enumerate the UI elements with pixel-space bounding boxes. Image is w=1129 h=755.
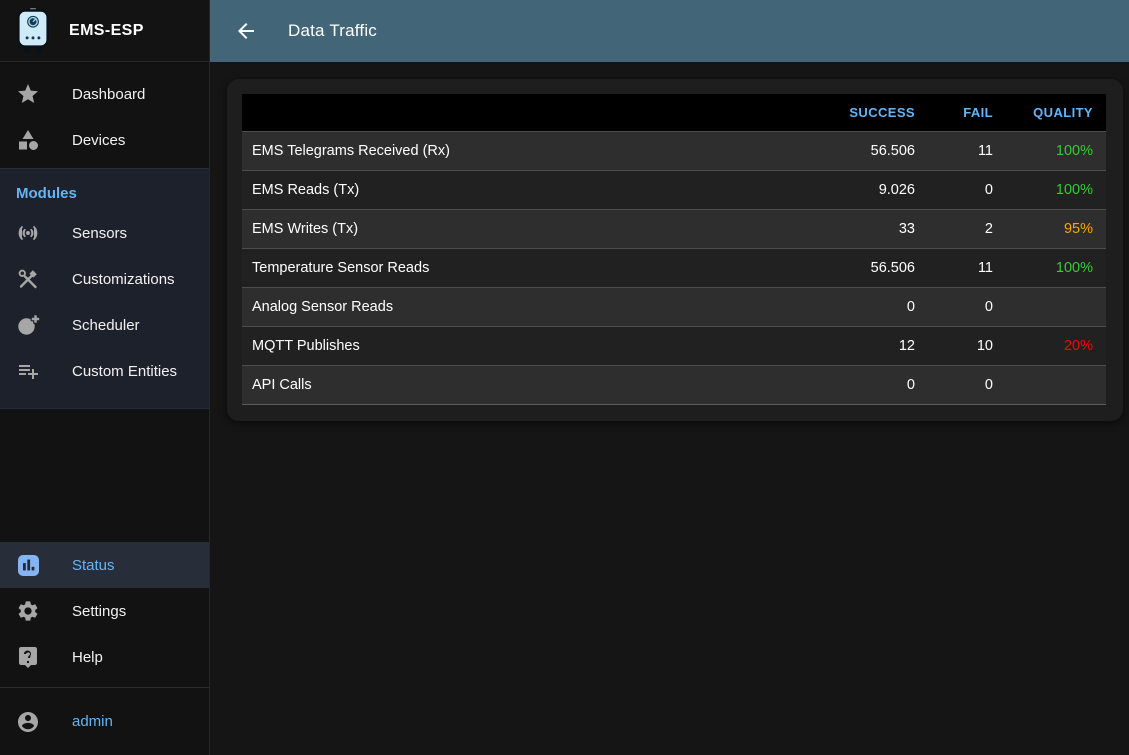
cell-success: 0 [818, 365, 928, 404]
cell-quality: 100% [1006, 170, 1106, 209]
arrow-back-icon [234, 19, 258, 43]
cell-quality: 100% [1006, 248, 1106, 287]
cell-label: EMS Writes (Tx) [242, 209, 818, 248]
table-row: MQTT Publishes 12 10 20% [242, 326, 1106, 365]
app-title: EMS-ESP [69, 22, 144, 40]
sidebar-item-scheduler[interactable]: Scheduler [0, 302, 209, 348]
sidebar-item-label: Devices [72, 132, 125, 149]
category-icon [16, 128, 40, 152]
data-traffic-card: SUCCESS FAIL QUALITY EMS Telegrams Recei… [227, 79, 1123, 421]
sidebar-item-settings[interactable]: Settings [0, 588, 209, 634]
cell-label: API Calls [242, 365, 818, 404]
col-header-quality: QUALITY [1006, 94, 1106, 131]
table-row: EMS Writes (Tx) 33 2 95% [242, 209, 1106, 248]
cell-quality [1006, 287, 1106, 326]
back-button[interactable] [234, 19, 258, 43]
account-circle-icon [16, 710, 40, 734]
sidebar-item-customizations[interactable]: Customizations [0, 256, 209, 302]
cell-success: 56.506 [818, 248, 928, 287]
data-traffic-table: SUCCESS FAIL QUALITY EMS Telegrams Recei… [242, 94, 1106, 405]
table-row: EMS Telegrams Received (Rx) 56.506 11 10… [242, 131, 1106, 170]
cell-fail: 11 [928, 131, 1006, 170]
star-icon [16, 82, 40, 106]
appbar: Data Traffic [210, 0, 1129, 62]
sidebar-item-help[interactable]: Help [0, 634, 209, 680]
cell-quality: 100% [1006, 131, 1106, 170]
sidebar-item-label: Scheduler [72, 317, 140, 334]
sidebar-item-custom-entities[interactable]: Custom Entities [0, 348, 209, 394]
cell-success: 0 [818, 287, 928, 326]
boiler-logo-icon [14, 7, 52, 55]
cell-quality: 95% [1006, 209, 1106, 248]
sidebar-item-label: Customizations [72, 271, 175, 288]
help-bubble-icon [16, 645, 40, 669]
modules-section-title: Modules [0, 181, 209, 210]
table-row: Analog Sensor Reads 0 0 [242, 287, 1106, 326]
cell-label: EMS Reads (Tx) [242, 170, 818, 209]
cell-fail: 11 [928, 248, 1006, 287]
page-title: Data Traffic [288, 21, 377, 41]
cell-label: Analog Sensor Reads [242, 287, 818, 326]
sidebar-item-dashboard[interactable]: Dashboard [0, 71, 209, 117]
table-row: API Calls 0 0 [242, 365, 1106, 404]
sidebar: EMS-ESP Dashboard Devices Modules [0, 0, 210, 755]
sidebar-item-label: Custom Entities [72, 363, 177, 380]
playlist-add-icon [16, 359, 40, 383]
cell-fail: 10 [928, 326, 1006, 365]
table-row: Temperature Sensor Reads 56.506 11 100% [242, 248, 1106, 287]
sidebar-nav-main: Dashboard Devices [0, 62, 209, 163]
cell-fail: 2 [928, 209, 1006, 248]
cell-quality [1006, 365, 1106, 404]
col-header-empty [242, 94, 818, 131]
table-header-row: SUCCESS FAIL QUALITY [242, 94, 1106, 131]
table-row: EMS Reads (Tx) 9.026 0 100% [242, 170, 1106, 209]
content-area: SUCCESS FAIL QUALITY EMS Telegrams Recei… [210, 62, 1129, 755]
sidebar-item-status[interactable]: Status [0, 542, 209, 588]
cell-fail: 0 [928, 287, 1006, 326]
col-header-success: SUCCESS [818, 94, 928, 131]
sidebar-item-label: Help [72, 649, 103, 666]
cell-success: 56.506 [818, 131, 928, 170]
construction-tools-icon [16, 267, 40, 291]
cell-success: 9.026 [818, 170, 928, 209]
cell-label: EMS Telegrams Received (Rx) [242, 131, 818, 170]
sidebar-item-devices[interactable]: Devices [0, 117, 209, 163]
cell-quality: 20% [1006, 326, 1106, 365]
sidebar-item-label: Settings [72, 603, 126, 620]
cell-label: Temperature Sensor Reads [242, 248, 818, 287]
cell-success: 33 [818, 209, 928, 248]
user-label: admin [72, 713, 113, 730]
cell-success: 12 [818, 326, 928, 365]
sidebar-user-admin[interactable]: admin [0, 688, 209, 755]
sidebar-item-label: Dashboard [72, 86, 145, 103]
sidebar-nav-bottom: Status Settings Help admin [0, 542, 209, 755]
sidebar-header: EMS-ESP [0, 0, 209, 62]
sensors-icon [16, 221, 40, 245]
main-area: Data Traffic SUCCESS FAIL QUALITY EMS Te… [210, 0, 1129, 755]
cell-label: MQTT Publishes [242, 326, 818, 365]
bar-chart-icon [16, 553, 40, 577]
sidebar-item-label: Sensors [72, 225, 127, 242]
clock-plus-icon [16, 313, 40, 337]
sidebar-item-label: Status [72, 557, 115, 574]
sidebar-item-sensors[interactable]: Sensors [0, 210, 209, 256]
cell-fail: 0 [928, 365, 1006, 404]
col-header-fail: FAIL [928, 94, 1006, 131]
gear-icon [16, 599, 40, 623]
sidebar-modules-section: Modules Sensors [0, 168, 209, 409]
cell-fail: 0 [928, 170, 1006, 209]
